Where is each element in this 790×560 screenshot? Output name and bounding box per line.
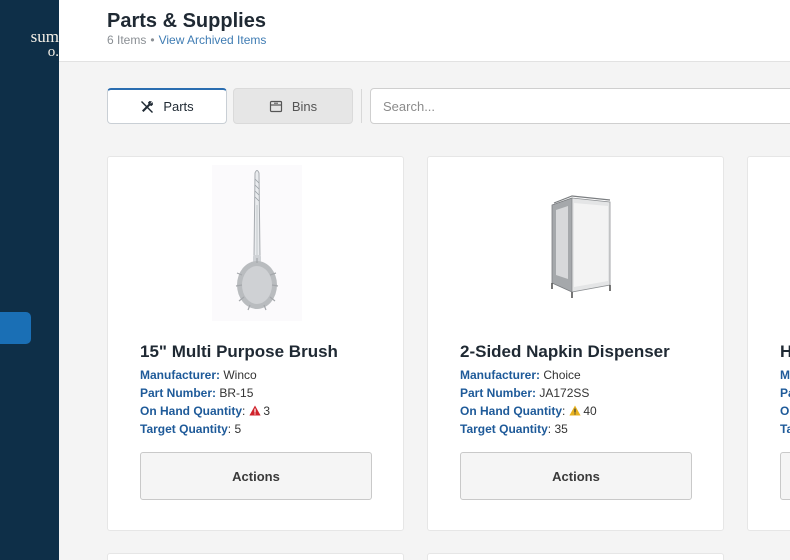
manufacturer-field: Ma bbox=[780, 368, 790, 382]
part-number-field: Part Number: JA172SS bbox=[460, 386, 589, 400]
target-label: Ta bbox=[780, 422, 790, 436]
manufacturer-label: Ma bbox=[780, 368, 790, 382]
manufacturer-label: Manufacturer: bbox=[140, 368, 221, 382]
part-number-value: BR-15 bbox=[219, 386, 254, 400]
parts-toggle-button[interactable]: Parts bbox=[107, 88, 227, 124]
page-title: Parts & Supplies bbox=[107, 10, 266, 32]
view-archived-link[interactable]: View Archived Items bbox=[159, 33, 267, 47]
part-number-field: Part Number: BR-15 bbox=[140, 386, 253, 400]
sidebar-item-active[interactable] bbox=[0, 312, 31, 344]
on-hand-field: On bbox=[780, 404, 790, 418]
separator-dot: • bbox=[150, 33, 155, 47]
sidebar: sum o. bbox=[0, 0, 59, 560]
part-image-brush bbox=[108, 165, 403, 325]
part-number-label: Part Number: bbox=[140, 386, 217, 400]
actions-button[interactable] bbox=[780, 452, 790, 500]
part-card-next-row bbox=[427, 553, 724, 560]
item-summary: 6 Items • View Archived Items bbox=[107, 33, 266, 47]
target-field: Target Quantity: 5 bbox=[140, 422, 242, 436]
toolbar-divider bbox=[361, 89, 362, 123]
on-hand-value: 3 bbox=[263, 404, 271, 418]
manufacturer-value: Winco bbox=[223, 368, 257, 382]
part-image-napkin-dispenser bbox=[428, 165, 723, 325]
part-number-label: Part Number: bbox=[460, 386, 537, 400]
search-input[interactable] bbox=[370, 88, 790, 124]
target-value: 5 bbox=[234, 422, 242, 436]
on-hand-label: On Hand Quantity bbox=[140, 404, 242, 418]
target-label: Target Quantity bbox=[460, 422, 548, 436]
item-count: 6 Items bbox=[107, 33, 147, 47]
manufacturer-label: Manufacturer: bbox=[460, 368, 541, 382]
page-header: Parts & Supplies 6 Items • View Archived I… bbox=[59, 0, 790, 62]
on-hand-field: On Hand Quantity: 3 bbox=[140, 404, 271, 419]
part-name: 15" Multi Purpose Brush bbox=[140, 342, 338, 361]
part-number-label: Pa bbox=[780, 386, 790, 400]
manufacturer-field: Manufacturer: Choice bbox=[460, 368, 581, 382]
manufacturer-value: Choice bbox=[543, 368, 581, 382]
warning-red-icon bbox=[249, 405, 261, 419]
on-hand-label: On Hand Quantity bbox=[460, 404, 562, 418]
on-hand-value: 40 bbox=[583, 404, 597, 418]
tools-icon bbox=[140, 100, 154, 114]
part-number-field: Pa bbox=[780, 386, 790, 400]
bins-toggle-label: Bins bbox=[291, 98, 318, 114]
brand-logo[interactable]: sum o. bbox=[0, 28, 59, 59]
bin-icon bbox=[269, 99, 283, 113]
actions-button[interactable]: Actions bbox=[460, 452, 692, 500]
on-hand-label: On bbox=[780, 404, 790, 418]
part-name: 2-Sided Napkin Dispenser bbox=[460, 342, 670, 361]
app-root: sum o. Parts & Supplies 6 Items • View Arc… bbox=[0, 0, 790, 560]
part-card: 15" Multi Purpose Brush Manufacturer: Wi… bbox=[107, 156, 404, 531]
brand-line-2: o. bbox=[47, 44, 59, 60]
target-field: Target Quantity: 35 bbox=[460, 422, 568, 436]
warning-yellow-icon bbox=[569, 405, 581, 419]
actions-button[interactable]: Actions bbox=[140, 452, 372, 500]
part-card-next-row bbox=[107, 553, 404, 560]
target-value: 35 bbox=[554, 422, 568, 436]
part-name: H bbox=[780, 342, 790, 362]
manufacturer-field: Manufacturer: Winco bbox=[140, 368, 257, 382]
part-card: H Ma Pa On Ta bbox=[747, 156, 790, 531]
target-field: Ta bbox=[780, 422, 790, 436]
parts-toggle-label: Parts bbox=[163, 99, 194, 114]
on-hand-field: On Hand Quantity: 40 bbox=[460, 404, 597, 419]
part-card: 2-Sided Napkin Dispenser Manufacturer: C… bbox=[427, 156, 724, 531]
target-label: Target Quantity bbox=[140, 422, 228, 436]
bins-toggle-button[interactable]: Bins bbox=[233, 88, 353, 124]
part-number-value: JA172SS bbox=[539, 386, 590, 400]
